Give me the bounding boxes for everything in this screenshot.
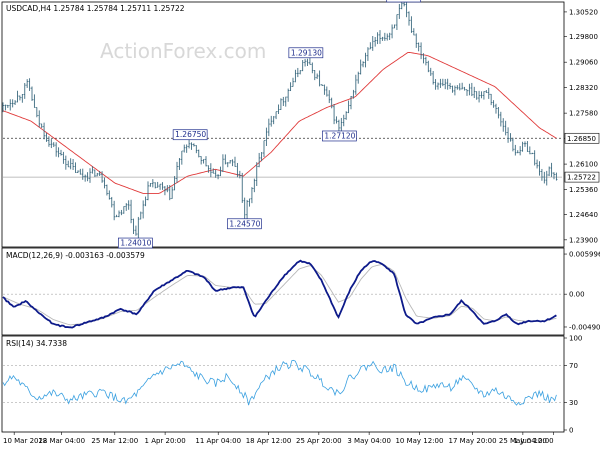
x-axis-tick-label: 18 Apr 12:00 [246, 437, 292, 445]
rsi-axis-tick-label: 0 [569, 427, 573, 435]
rsi-axis-tick-label: 70 [569, 362, 578, 370]
rsi-axis-tick-label: 100 [569, 335, 582, 343]
price-axis-tick-label: 1.24640 [569, 211, 598, 219]
rsi-axis-tick-label: 30 [569, 399, 578, 407]
price-axis-tick-label: 1.30520 [569, 8, 598, 16]
price-level-tag-label: 1.25722 [567, 174, 596, 182]
chart-watermark: ActionForex.com [100, 39, 266, 63]
price-axis-tick-label: 1.29060 [569, 59, 598, 67]
chart-header: USDCAD,H4 1.25784 1.25784 1.25711 1.2572… [6, 4, 185, 13]
chart-canvas: ActionForex.com 1.30520 1.29800 1.29060 1.2… [0, 0, 600, 450]
chart-background [0, 0, 600, 450]
macd-axis-tick-label: 0.00 [569, 291, 585, 299]
x-axis-tick-label: 25 Mar 12:00 [91, 437, 138, 445]
macd-label: MACD(12,26,9) -0.003163 -0.003579 [6, 251, 145, 260]
price-annotation-label: 1.30750 [389, 0, 420, 2]
price-annotation-label: 1.27120 [324, 131, 355, 140]
price-annotation-label: 1.24010 [120, 239, 151, 248]
x-axis-tick-label: 1 Jun 12:00 [514, 437, 554, 445]
x-axis-tick-label: 18 Mar 04:00 [38, 437, 85, 445]
x-axis-tick-label: 17 May 20:00 [449, 437, 497, 445]
price-annotation-label: 1.24570 [229, 219, 260, 228]
macd-axis-tick-label: -0.004901 [569, 323, 600, 331]
price-axis-tick-label: 1.27580 [569, 110, 598, 118]
x-axis-tick-label: 1 Apr 20:00 [145, 437, 186, 445]
x-axis-tick-label: 3 May 04:00 [347, 437, 391, 445]
macd-axis-tick-label: 0.005996 [569, 251, 600, 259]
price-axis-tick-label: 1.29800 [569, 33, 598, 41]
price-level-tag-label: 1.26850 [567, 135, 596, 143]
x-axis-tick-label: 10 May 12:00 [395, 437, 443, 445]
x-axis-tick-label: 11 Apr 04:00 [195, 437, 241, 445]
x-axis-tick-label: 25 Apr 20:00 [296, 437, 342, 445]
price-axis-tick-label: 1.23900 [569, 236, 598, 244]
price-axis-tick-label: 1.25360 [569, 186, 598, 194]
rsi-label: RSI(14) 34.7338 [6, 339, 67, 348]
price-axis-tick-label: 1.26100 [569, 161, 598, 169]
price-annotation-label: 1.29130 [291, 48, 322, 57]
price-axis-tick-label: 1.28320 [569, 84, 598, 92]
price-annotation-label: 1.26750 [175, 130, 206, 139]
